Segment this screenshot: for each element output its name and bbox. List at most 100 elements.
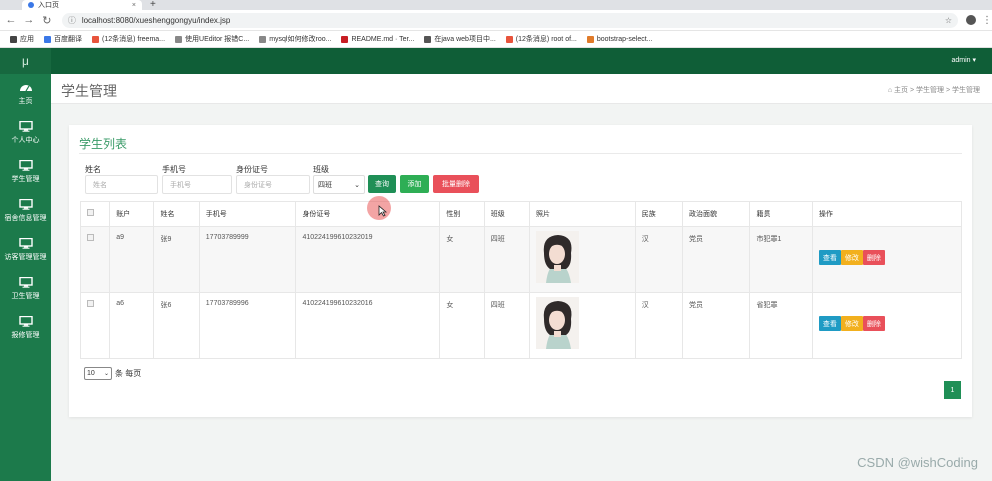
table-row: a6 张6 17703789996 410224199610232016 女四班 汉党员省…: [79, 292, 963, 359]
phone-filter-label: 手机号: [162, 165, 186, 174]
edit-button[interactable]: 修改: [840, 316, 863, 331]
bookmark-favicon-icon: [44, 35, 51, 43]
delete-button[interactable]: 删除: [862, 316, 885, 331]
row-select-cell[interactable]: [79, 226, 111, 293]
bookmark-item[interactable]: bootstrap-select...: [586, 35, 653, 43]
reload-icon[interactable]: ↻: [40, 14, 54, 27]
sidebar-item[interactable]: 主页: [0, 74, 51, 113]
name-filter-label: 姓名: [85, 165, 101, 174]
idcard-filter-input[interactable]: 身份证号: [236, 175, 310, 194]
pagination-page-button[interactable]: 1: [944, 381, 961, 399]
cell-actions: 查看 修改 删除: [811, 292, 963, 359]
sidebar-item[interactable]: 访客管理管理: [0, 230, 51, 269]
new-tab-icon[interactable]: +: [150, 0, 156, 10]
column-header: 民族: [634, 201, 684, 227]
search-button[interactable]: 查询: [368, 175, 396, 193]
sidebar-item[interactable]: 个人中心: [0, 113, 51, 152]
bookmark-item[interactable]: (12条消息) freema...: [92, 34, 165, 44]
idcard-filter-label: 身份证号: [236, 165, 268, 174]
panel-title: 学生列表: [79, 137, 128, 151]
url-input[interactable]: ⓘ localhost:8080/xueshenggongyu/index.js…: [61, 12, 959, 28]
apps-grid-icon: [10, 35, 17, 43]
dashboard-icon: [19, 84, 32, 91]
bookmark-favicon-icon: [586, 35, 594, 43]
bookmark-favicon-icon: [175, 35, 183, 43]
sidebar-item-label: 访客管理管理: [4, 253, 47, 261]
sidebar-item-label: 报修管理: [11, 331, 40, 339]
url-text: localhost:8080/xueshenggongyu/index.jsp: [81, 15, 231, 25]
row-select-cell[interactable]: [79, 292, 111, 359]
table-row: a9 张9 17703789999 410224199610232019 女四班 汉党员市…: [79, 226, 963, 293]
browser-tab-bar: 入口页 × +: [0, 0, 992, 10]
cell-class: 四班: [483, 292, 531, 359]
bookmark-item[interactable]: README.md · Ter...: [341, 35, 414, 43]
column-header: 操作: [811, 201, 963, 227]
bookmark-label: 使用UEditor 报错C...: [185, 36, 250, 43]
add-button[interactable]: 添加: [400, 175, 429, 193]
row-checkbox[interactable]: [87, 300, 94, 307]
bookmark-item[interactable]: 使用UEditor 报错C...: [175, 34, 249, 44]
column-header: 手机号: [198, 201, 297, 227]
sidebar-item-label: 个人中心: [11, 136, 40, 144]
phone-filter-input[interactable]: 手机号: [162, 175, 232, 194]
back-icon[interactable]: ←: [4, 14, 18, 26]
bookmark-item[interactable]: (12条消息) root of...: [505, 34, 577, 44]
view-button[interactable]: 查看: [818, 316, 841, 331]
column-header: 照片: [529, 201, 636, 227]
bookmark-item[interactable]: 百度翻译: [44, 34, 82, 44]
class-filter-value: 四班: [318, 181, 332, 189]
student-table: 账户 姓名 手机号 身份证号 性别 班级 照片 民族 政治面貌 籍贯 操作 a9 张9 17703789…: [79, 201, 963, 359]
edit-button[interactable]: 修改: [840, 250, 863, 265]
sidebar-item[interactable]: 报修管理: [0, 308, 51, 347]
app-logo[interactable]: μ: [0, 48, 51, 74]
page-size-select[interactable]: 10 ⌄: [84, 367, 112, 380]
select-all-checkbox[interactable]: [87, 209, 94, 216]
cell-id-card: 410224199610232016: [295, 292, 441, 359]
column-header: 籍贯: [749, 201, 813, 227]
bookmark-label: mysql如何修改roo...: [269, 36, 332, 43]
tab-title: 入口页: [38, 2, 59, 9]
page-size-suffix: 条 每页: [115, 369, 142, 378]
student-photo: [536, 297, 579, 349]
sidebar-item[interactable]: 学生管理: [0, 152, 51, 191]
cell-phone: 17703789996: [198, 292, 297, 359]
cell-origin: 市犯罪1: [749, 226, 813, 293]
forward-icon[interactable]: →: [22, 14, 36, 26]
admin-user-menu[interactable]: admin ▾: [951, 56, 976, 64]
cell-actions: 查看 修改 删除: [811, 226, 963, 293]
chevron-down-icon: ⌄: [103, 371, 109, 377]
row-checkbox[interactable]: [87, 234, 94, 241]
cell-nation: 汉: [634, 226, 684, 293]
bookmark-star-icon[interactable]: ☆: [945, 16, 952, 25]
sidebar-item[interactable]: 卫生管理: [0, 269, 51, 308]
profile-icon[interactable]: [966, 15, 976, 25]
top-navbar: admin ▾: [51, 48, 992, 74]
cell-photo: [529, 226, 636, 293]
select-all-cell[interactable]: [79, 201, 111, 227]
class-filter-select[interactable]: 四班 ⌄: [313, 175, 365, 194]
sidebar-item[interactable]: 宿舍信息管理: [0, 191, 51, 230]
bookmark-item[interactable]: mysql如何修改roo...: [259, 34, 331, 44]
bookmark-label: bootstrap-select...: [596, 35, 653, 43]
delete-button[interactable]: 删除: [862, 250, 885, 265]
cell-gender: 女: [439, 292, 485, 359]
monitor-icon: [18, 159, 33, 171]
cell-origin: 省犯罪: [749, 292, 813, 359]
bookmark-item[interactable]: 应用: [10, 34, 34, 44]
page-header: 学生管理 ⌂ 主页 > 学生管理 > 学生管理: [51, 74, 992, 104]
breadcrumb: ⌂ 主页 > 学生管理 > 学生管理: [887, 87, 980, 94]
sidebar: μ 主页个人中心学生管理 宿舍信息管理访客管理管理卫生管理报修管理: [0, 48, 51, 481]
address-bar-row: ← → ↻ ⓘ localhost:8080/xueshenggongyu/in…: [0, 10, 992, 31]
view-button[interactable]: 查看: [818, 250, 841, 265]
info-icon[interactable]: ⓘ: [68, 15, 76, 26]
close-tab-icon[interactable]: ×: [132, 2, 136, 9]
cell-gender: 女: [439, 226, 485, 293]
browser-tab[interactable]: 入口页 ×: [22, 0, 142, 10]
browser-menu-icon[interactable]: ⋮: [982, 15, 992, 26]
bookmark-favicon-icon: [505, 35, 513, 43]
watermark: CSDN @wishCoding: [857, 455, 978, 470]
batch-delete-button[interactable]: 批量删除: [433, 175, 479, 193]
name-filter-input[interactable]: 姓名: [85, 175, 158, 194]
bookmark-item[interactable]: 在java web项目中...: [424, 34, 496, 44]
column-header: 姓名: [153, 201, 200, 227]
